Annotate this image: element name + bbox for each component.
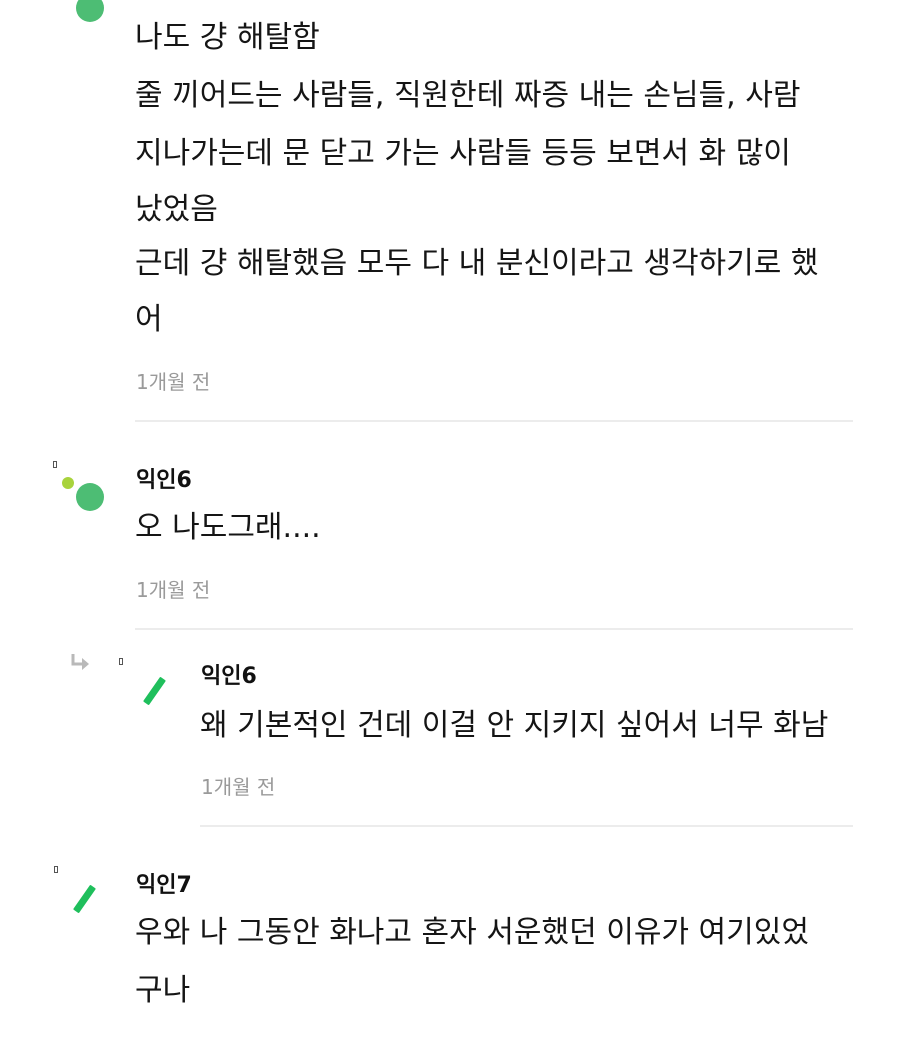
comment-text-line: 지나가는데 문 닫고 가는 사람들 등등 보면서 화 많이 xyxy=(135,136,791,171)
comment-timestamp: 1개월 전 xyxy=(201,775,276,799)
comment-text-line: 줄 끼어드는 사람들, 직원한테 짜증 내는 손님들, 사람 xyxy=(135,78,801,113)
comment-text-line: 나도 걍 해탈함 xyxy=(135,20,320,55)
comment-text-line: 났었음 xyxy=(135,192,218,227)
comment-text-line: 근데 걍 해탈했음 모두 다 내 분신이라고 생각하기로 했 xyxy=(135,246,819,281)
comment-author[interactable]: 익인6 xyxy=(136,462,192,494)
comment-timestamp: 1개월 전 xyxy=(136,578,211,602)
square-icon xyxy=(54,866,58,873)
square-icon xyxy=(119,658,123,665)
avatar[interactable] xyxy=(50,458,110,518)
reply-arrow-icon xyxy=(70,652,92,677)
comment-author[interactable]: 익인7 xyxy=(136,867,192,899)
comment-text-line: 구나 xyxy=(135,973,191,1008)
comment-timestamp: 1개월 전 xyxy=(136,370,211,394)
comment-text-line: 어 xyxy=(135,302,163,337)
comment-author[interactable]: 익인6 xyxy=(201,658,257,690)
avatar[interactable] xyxy=(115,656,175,716)
avatar-dash-icon xyxy=(143,676,166,706)
comment-divider xyxy=(200,825,853,827)
avatar-dot-icon xyxy=(76,0,104,22)
avatar-dash-icon xyxy=(73,884,96,914)
comment-text-line: 왜 기본적인 건데 이걸 안 지키지 싶어서 너무 화남 xyxy=(200,708,829,743)
comment-divider xyxy=(135,420,853,422)
avatar[interactable] xyxy=(50,864,110,924)
square-icon xyxy=(53,461,57,468)
comment-text-line: 오 나도그래.... xyxy=(135,510,321,545)
comment-divider xyxy=(135,628,853,630)
avatar[interactable] xyxy=(60,0,110,30)
avatar-small-dot-icon xyxy=(62,477,74,489)
avatar-dot-icon xyxy=(76,483,104,511)
comment-text-line: 우와 나 그동안 화나고 혼자 서운했던 이유가 여기있었 xyxy=(135,915,809,950)
